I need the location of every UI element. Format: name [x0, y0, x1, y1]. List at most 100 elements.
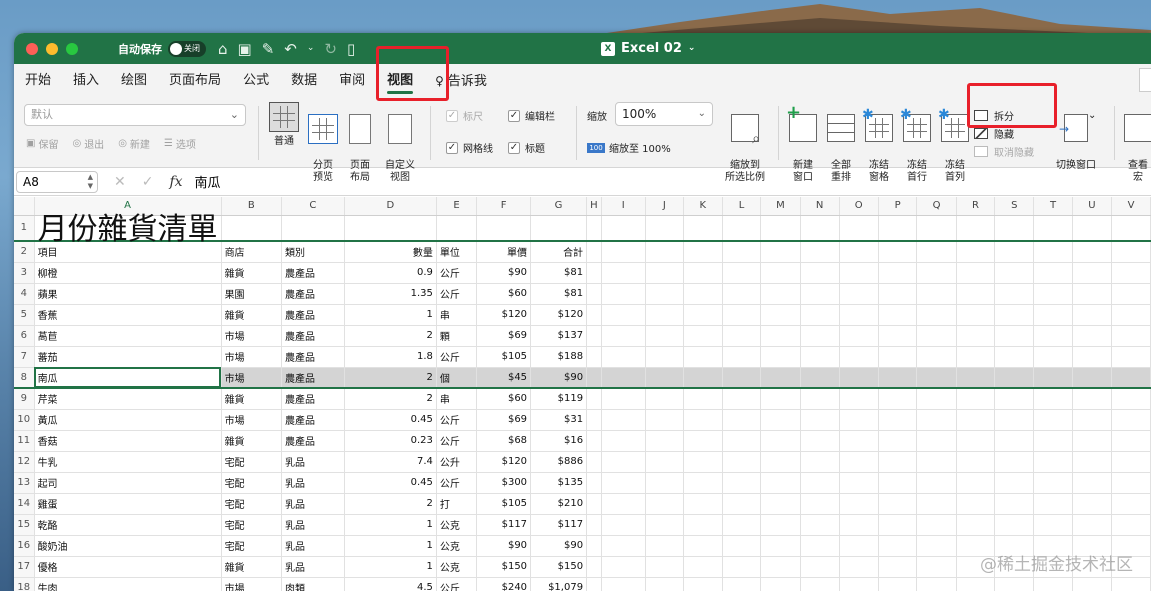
column-header[interactable]: M [760, 197, 801, 216]
cell[interactable] [1072, 346, 1112, 368]
cell[interactable] [994, 409, 1035, 431]
zoom-to-selection-button[interactable]: ⌕ 缩放到 所选比例 [718, 102, 772, 184]
cell[interactable] [839, 388, 879, 410]
cell[interactable] [994, 514, 1035, 536]
cell[interactable] [683, 514, 723, 536]
cell[interactable] [760, 577, 801, 591]
cell[interactable] [839, 514, 879, 536]
cell[interactable] [800, 241, 840, 263]
cell[interactable] [760, 535, 801, 557]
cell[interactable] [956, 367, 996, 389]
cell[interactable] [1111, 262, 1151, 284]
cell[interactable] [683, 241, 723, 263]
column-header[interactable]: H [586, 197, 602, 216]
cell[interactable]: $135 [530, 472, 588, 494]
cell[interactable] [722, 535, 762, 557]
cell[interactable] [722, 556, 762, 578]
cell[interactable]: 宅配 [221, 493, 283, 515]
cell[interactable]: 乳品 [281, 556, 345, 578]
row-header[interactable]: 16 [14, 535, 35, 557]
cell[interactable] [1111, 215, 1151, 242]
cell[interactable] [722, 514, 762, 536]
cell[interactable] [916, 535, 957, 557]
cell[interactable] [1072, 304, 1112, 326]
cell[interactable] [800, 430, 840, 452]
cell[interactable]: 1 [344, 535, 437, 557]
cell[interactable]: 公斤 [436, 577, 478, 591]
cell[interactable]: 公克 [436, 514, 478, 536]
cell[interactable] [1111, 493, 1151, 515]
cell[interactable] [722, 215, 762, 242]
cell-grid[interactable]: ABCDEFGHIJKLMNOPQRSTUV 1 月份雜貨清單 2 項目 商店 類別 數量單… [14, 197, 1151, 591]
cell[interactable] [601, 304, 646, 326]
cell[interactable] [994, 388, 1035, 410]
cell[interactable] [586, 409, 602, 431]
cell[interactable]: 香蕉 [34, 304, 222, 326]
cell[interactable] [645, 283, 684, 305]
cell[interactable] [722, 388, 762, 410]
cell[interactable] [800, 577, 840, 591]
cell[interactable] [722, 430, 762, 452]
cell[interactable] [586, 346, 602, 368]
column-header[interactable]: E [436, 197, 478, 216]
cell[interactable] [586, 472, 602, 494]
cell[interactable]: 1 [344, 304, 437, 326]
cell[interactable] [878, 409, 918, 431]
cell[interactable] [878, 493, 918, 515]
cell[interactable]: 單位 [436, 241, 478, 263]
cell[interactable] [1033, 514, 1073, 536]
cell[interactable] [760, 388, 801, 410]
cell[interactable] [800, 472, 840, 494]
cell[interactable] [994, 283, 1035, 305]
cell[interactable] [878, 215, 918, 242]
cell[interactable] [1033, 262, 1073, 284]
column-header[interactable]: N [800, 197, 840, 216]
cell[interactable]: 宅配 [221, 535, 283, 557]
column-header[interactable]: B [221, 197, 283, 216]
cell[interactable] [645, 451, 684, 473]
cell[interactable] [601, 535, 646, 557]
column-header[interactable]: G [530, 197, 588, 216]
tab-data[interactable]: 数据 [291, 64, 329, 98]
cell[interactable] [760, 241, 801, 263]
cell[interactable] [683, 493, 723, 515]
cell[interactable] [878, 514, 918, 536]
cell[interactable] [878, 451, 918, 473]
cell[interactable] [916, 409, 957, 431]
cell[interactable] [878, 556, 918, 578]
cell[interactable]: $886 [530, 451, 588, 473]
tab-insert[interactable]: 插入 [73, 64, 111, 98]
cell[interactable] [601, 283, 646, 305]
keep-sheet-view-button[interactable]: ▣ 保留 [26, 136, 58, 151]
cell[interactable] [586, 367, 602, 389]
row-header[interactable]: 9 [14, 388, 35, 410]
cell[interactable]: 1.8 [344, 346, 437, 368]
cell[interactable] [1111, 472, 1151, 494]
cell[interactable]: 類別 [281, 241, 345, 263]
cell[interactable]: 公斤 [436, 472, 478, 494]
cell[interactable] [800, 388, 840, 410]
cell[interactable] [683, 367, 723, 389]
cell[interactable] [683, 535, 723, 557]
cell[interactable]: 市場 [221, 577, 283, 591]
cell[interactable] [476, 215, 532, 242]
cell[interactable] [722, 304, 762, 326]
cell[interactable] [645, 346, 684, 368]
cell[interactable]: 南瓜 [34, 367, 222, 389]
cell[interactable] [956, 283, 996, 305]
column-header[interactable]: V [1111, 197, 1151, 216]
cell[interactable]: 雜貨 [221, 262, 283, 284]
row-header[interactable]: 1 [14, 215, 35, 242]
cell[interactable] [586, 283, 602, 305]
row-header[interactable]: 3 [14, 262, 35, 284]
cell[interactable] [601, 241, 646, 263]
cell[interactable] [601, 430, 646, 452]
cell[interactable] [601, 346, 646, 368]
cell[interactable]: 2 [344, 325, 437, 347]
cell[interactable]: 公克 [436, 535, 478, 557]
cell[interactable] [722, 409, 762, 431]
cell[interactable] [760, 262, 801, 284]
cell[interactable] [683, 409, 723, 431]
cell[interactable]: $300 [476, 472, 532, 494]
cell[interactable]: $1,079 [530, 577, 588, 591]
